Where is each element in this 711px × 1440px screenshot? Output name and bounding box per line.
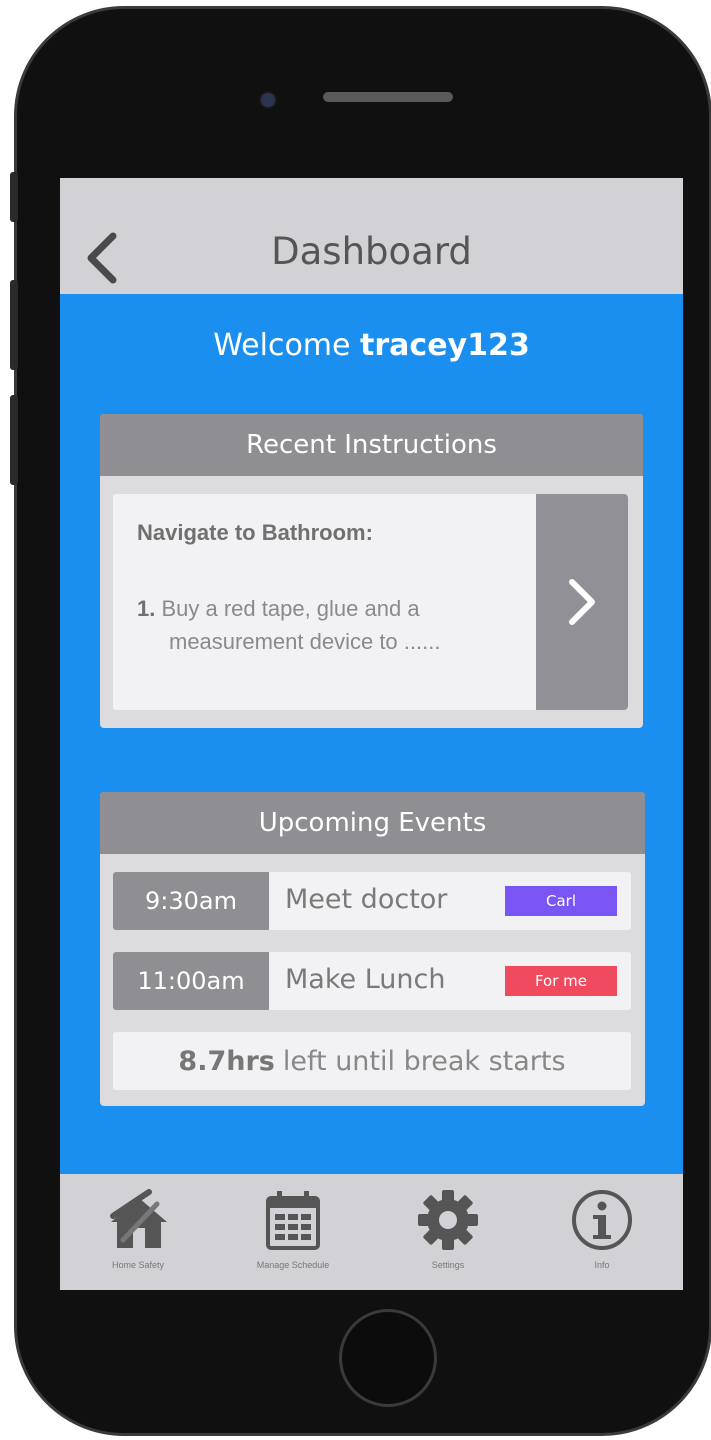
event-name: Make Lunch	[285, 964, 446, 995]
instruction-step: 1. Buy a red tape, glue and a measuremen…	[137, 592, 517, 658]
calendar-icon	[263, 1188, 323, 1252]
step-number: 1.	[137, 596, 156, 621]
recent-instructions-heading: Recent Instructions	[100, 414, 643, 476]
tab-label: Home Safety	[111, 1260, 165, 1270]
username: tracey123	[360, 328, 530, 363]
break-countdown-text: left until break starts	[282, 1045, 566, 1077]
event-name: Meet doctor	[285, 884, 448, 915]
event-row[interactable]: 11:00am Make Lunch For me	[113, 952, 631, 1010]
gear-icon	[416, 1188, 480, 1252]
break-hours-value: 8.7hrs	[178, 1045, 275, 1077]
break-countdown: 8.7hrs left until break starts	[113, 1032, 631, 1090]
open-instruction-button[interactable]	[536, 494, 628, 710]
event-row[interactable]: 9:30am Meet doctor Carl	[113, 872, 631, 930]
step-line-1: Buy a red tape, glue and a	[161, 596, 420, 621]
info-icon	[570, 1188, 634, 1252]
tab-home-safety[interactable]: Home Safety	[68, 1174, 208, 1290]
volume-down-button	[10, 395, 18, 485]
event-details: Meet doctor Carl	[269, 872, 631, 930]
event-time: 11:00am	[113, 952, 269, 1010]
upcoming-events-heading: Upcoming Events	[100, 792, 645, 854]
tab-label: Settings	[431, 1260, 465, 1270]
tab-label: Manage Schedule	[256, 1260, 330, 1270]
event-details: Make Lunch For me	[269, 952, 631, 1010]
instruction-title: Navigate to Bathroom:	[137, 520, 373, 545]
welcome-prefix: Welcome	[213, 328, 351, 363]
home-button[interactable]	[339, 1309, 437, 1407]
step-line-2: measurement device to ......	[169, 629, 441, 654]
bottom-tab-bar: Home Safety Manage Schedule Settings Inf…	[60, 1174, 683, 1290]
event-time: 9:30am	[113, 872, 269, 930]
tab-manage-schedule[interactable]: Manage Schedule	[223, 1174, 363, 1290]
volume-up-button	[10, 280, 18, 370]
upcoming-events-card: Upcoming Events 9:30am Meet doctor Carl …	[100, 792, 645, 1106]
tab-settings[interactable]: Settings	[378, 1174, 518, 1290]
page-title: Dashboard	[271, 230, 472, 273]
app-screen: Dashboard Welcome tracey123 Recent Instr…	[60, 178, 683, 1290]
tab-info[interactable]: Info	[532, 1174, 672, 1290]
tab-label: Info	[594, 1260, 610, 1270]
event-person-tag: For me	[505, 966, 617, 996]
chevron-right-icon	[569, 579, 595, 625]
front-camera	[259, 91, 277, 109]
home-safety-icon	[103, 1188, 173, 1252]
top-navigation-bar: Dashboard	[60, 178, 683, 294]
mute-switch	[10, 172, 18, 222]
earpiece-speaker	[323, 92, 453, 102]
welcome-message: Welcome tracey123	[60, 328, 683, 363]
event-person-tag: Carl	[505, 886, 617, 916]
recent-instructions-card: Recent Instructions Navigate to Bathroom…	[100, 414, 643, 728]
instruction-preview[interactable]: Navigate to Bathroom: 1. Buy a red tape,…	[113, 494, 538, 710]
